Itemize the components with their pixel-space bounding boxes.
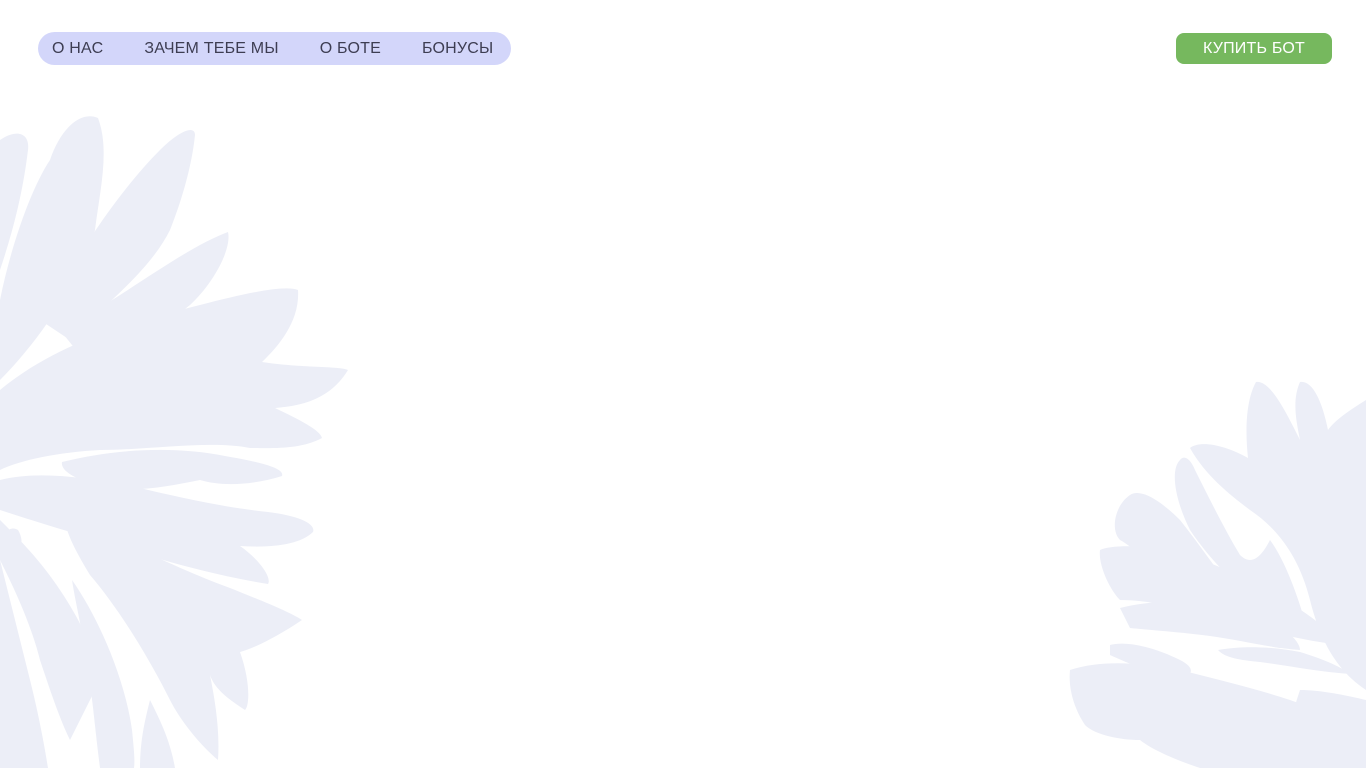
decorative-background	[0, 116, 1366, 768]
cornflower-left-decoration	[0, 116, 348, 768]
nav-item-about-bot[interactable]: О БОТЕ	[320, 40, 381, 58]
nav-item-bonuses[interactable]: БОНУСЫ	[422, 40, 493, 58]
nav-item-why-us[interactable]: ЗАЧЕМ ТЕБЕ МЫ	[144, 40, 278, 58]
nav-item-about-us[interactable]: О НАС	[52, 40, 103, 58]
landing-page: О НАС ЗАЧЕМ ТЕБЕ МЫ О БОТЕ БОНУСЫ КУПИТЬ…	[0, 0, 1366, 768]
main-nav: О НАС ЗАЧЕМ ТЕБЕ МЫ О БОТЕ БОНУСЫ	[38, 32, 512, 65]
buy-bot-button[interactable]: КУПИТЬ БОТ	[1176, 33, 1332, 64]
cornflower-right-decoration	[1069, 381, 1366, 768]
